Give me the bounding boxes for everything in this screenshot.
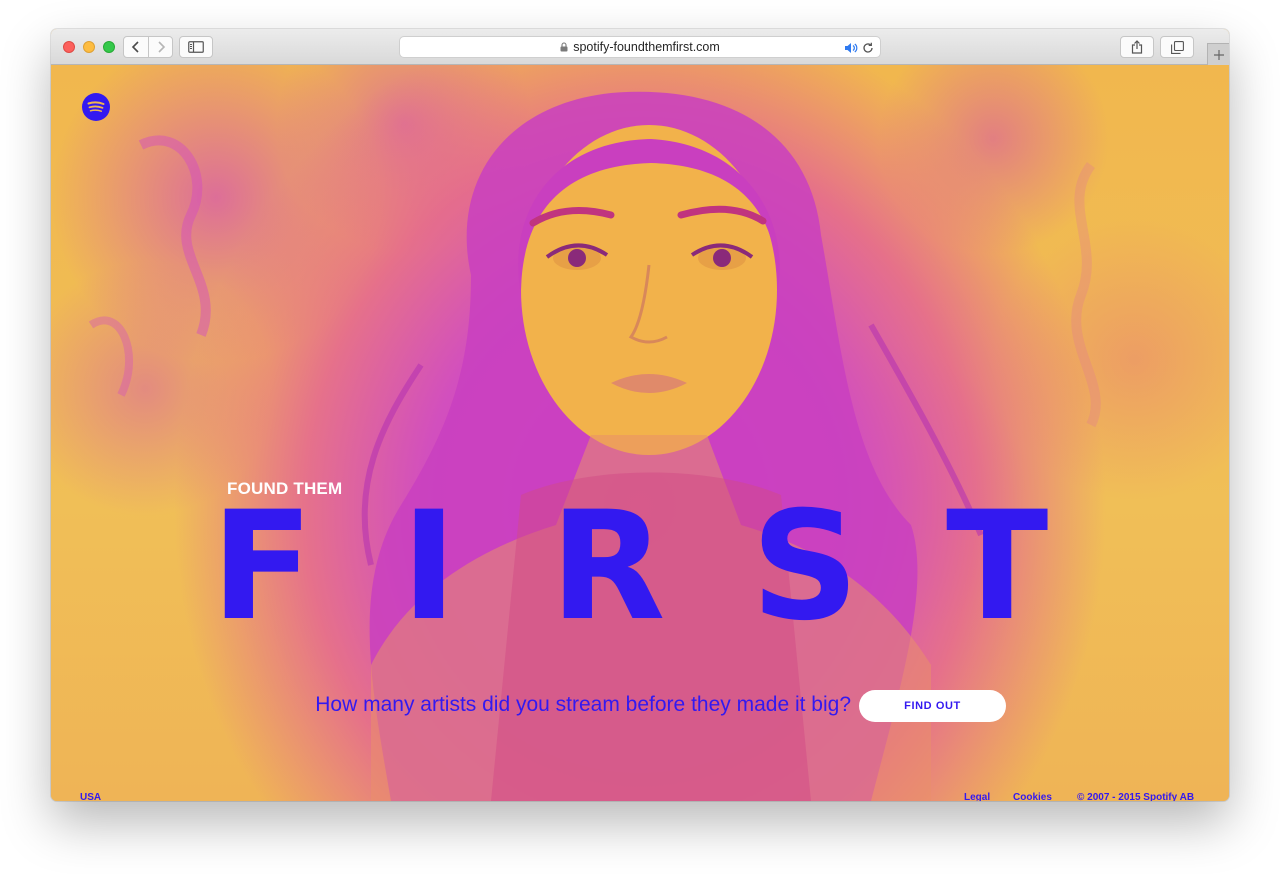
share-button[interactable] (1120, 36, 1154, 58)
headline-letter: T (946, 480, 1049, 654)
minimize-window-button[interactable] (83, 41, 95, 53)
reload-icon[interactable] (862, 41, 874, 59)
close-window-button[interactable] (63, 41, 75, 53)
sidebar-icon (188, 41, 204, 53)
legal-link[interactable]: Legal (964, 792, 990, 801)
copyright-text: © 2007 - 2015 Spotify AB (1077, 792, 1195, 801)
new-tab-button[interactable] (1207, 43, 1229, 65)
headline-letter: F (211, 480, 314, 654)
lock-icon (560, 42, 568, 52)
region-link[interactable]: USA (80, 792, 101, 801)
sidebar-button[interactable] (179, 36, 213, 58)
tabs-overview-button[interactable] (1160, 36, 1194, 58)
cookies-link[interactable]: Cookies (1013, 792, 1052, 801)
headline-letter: I (401, 480, 457, 654)
navigation-buttons (123, 36, 173, 58)
hero-portrait-image (88, 91, 1101, 801)
find-out-button[interactable]: FIND OUT (859, 690, 1006, 722)
tabs-icon (1170, 40, 1184, 54)
forward-icon (157, 41, 165, 53)
headline-letter: S (751, 480, 860, 654)
browser-toolbar: spotify-foundthemfirst.com (51, 29, 1229, 65)
browser-window: spotify-foundthemfirst.com FOUND THEM F … (51, 29, 1229, 801)
audio-icon[interactable] (844, 41, 858, 59)
address-bar[interactable]: spotify-foundthemfirst.com (399, 36, 881, 58)
new-tab-icon (1213, 49, 1224, 60)
headline-letter: R (550, 480, 666, 654)
spotify-logo-icon[interactable] (82, 93, 110, 121)
hero-tagline: How many artists did you stream before t… (315, 693, 851, 716)
back-button[interactable] (124, 37, 148, 57)
forward-button[interactable] (148, 37, 172, 57)
zoom-window-button[interactable] (103, 41, 115, 53)
back-icon (131, 41, 139, 53)
web-page: FOUND THEM F I R S T How many artists di… (51, 65, 1229, 801)
share-icon (1131, 40, 1143, 54)
url-text: spotify-foundthemfirst.com (573, 40, 720, 54)
